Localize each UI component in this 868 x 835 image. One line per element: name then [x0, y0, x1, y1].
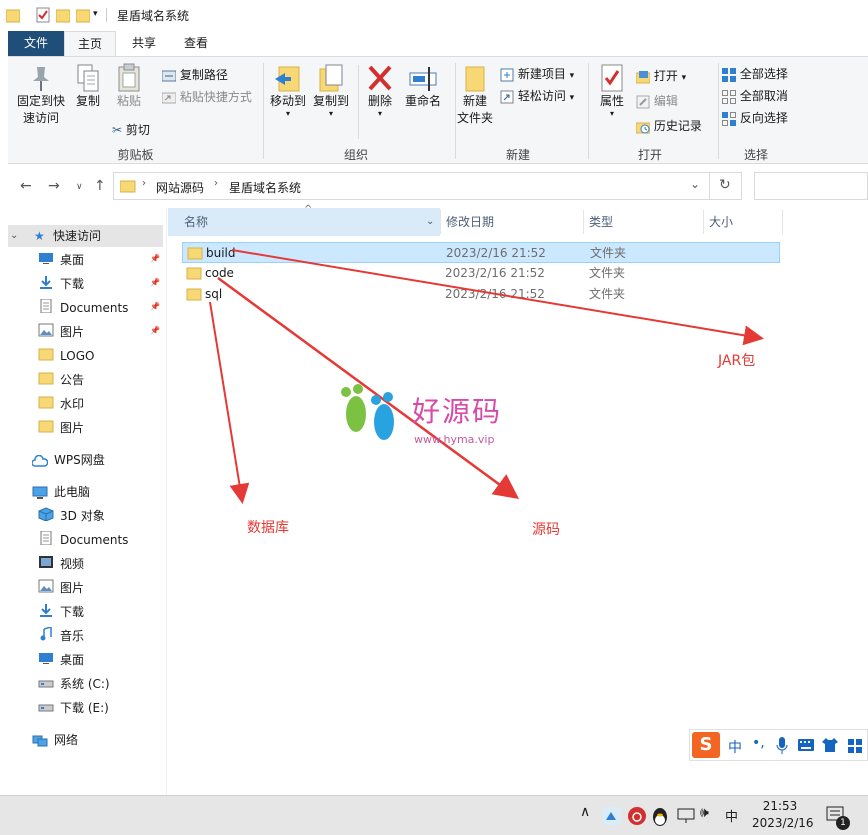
- arrow-to-database: [209, 301, 250, 504]
- show-hidden-icons-chevron-icon[interactable]: ∧: [580, 804, 590, 820]
- toolbox-grid-icon[interactable]: [848, 739, 862, 753]
- notification-count-badge: 1: [836, 816, 850, 830]
- netease-music-icon[interactable]: [628, 807, 646, 825]
- footprint-logo-icon: [341, 384, 394, 440]
- arrow-to-jar: [231, 249, 764, 346]
- volume-icon[interactable]: 🕪: [700, 805, 709, 821]
- annotation-jar: JAR包: [718, 353, 756, 369]
- clock-date: 2023/2/16: [752, 816, 814, 830]
- keyboard-icon[interactable]: [798, 739, 814, 751]
- app-tray-icon[interactable]: [603, 807, 621, 825]
- annotation-source: 源码: [532, 522, 560, 538]
- skin-shirt-icon[interactable]: [822, 738, 838, 752]
- annotation-database: 数据库: [247, 520, 289, 536]
- sogou-logo-icon[interactable]: S: [692, 732, 720, 758]
- watermark-title: 好源码: [412, 395, 503, 428]
- clock[interactable]: 21:53 2023/2/16: [752, 798, 814, 832]
- microphone-icon[interactable]: [776, 737, 788, 755]
- input-language-indicator[interactable]: 中: [725, 806, 738, 825]
- clock-time: 21:53: [762, 799, 798, 813]
- punctuation-icon[interactable]: •,: [752, 735, 765, 751]
- taskbar: ∧ 🕪 中 21:53 2023/2/16 1: [0, 795, 868, 835]
- ime-toolbar: S 中 •,: [689, 729, 868, 761]
- ime-mode-toggle[interactable]: 中: [728, 737, 742, 757]
- watermark-url: www.hyma.vip: [414, 433, 495, 446]
- network-status-icon[interactable]: [677, 808, 695, 824]
- qq-penguin-icon[interactable]: [652, 806, 668, 826]
